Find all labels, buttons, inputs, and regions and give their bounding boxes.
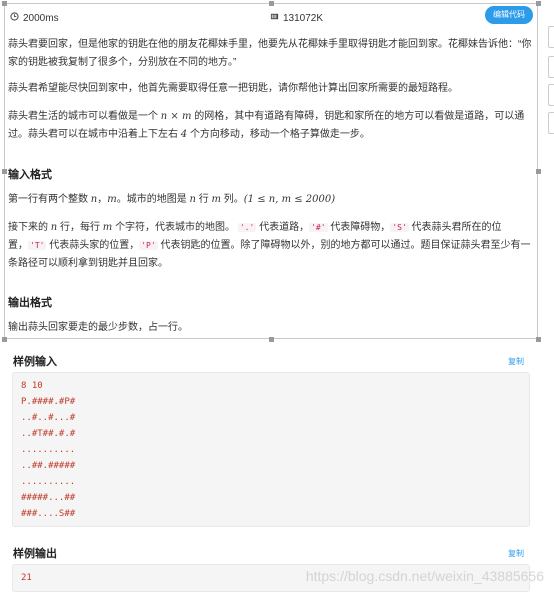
time-limit-value: 2000ms xyxy=(23,12,59,24)
resize-handle-tl[interactable] xyxy=(2,1,7,6)
description-p2: 蒜头君希望能尽快回到家中，他首先需要取得任意一把钥匙，请你帮他计算出回家所需要的… xyxy=(8,83,458,94)
edit-code-button[interactable]: 编辑代码 xyxy=(485,6,533,24)
resize-handle-br[interactable] xyxy=(536,337,541,342)
resize-handle-bl[interactable] xyxy=(2,337,7,342)
input-format-heading: 输入格式 xyxy=(8,169,52,181)
description-p1: 蒜头君要回家，但是他家的钥匙在他的朋友花椰妹手里，他要先从花椰妹手里取得钥匙才能… xyxy=(8,39,532,68)
side-tool-1[interactable] xyxy=(548,26,554,48)
side-tool-2[interactable] xyxy=(548,56,554,78)
time-limit: 2000ms xyxy=(10,12,59,24)
sample-input-title: 样例输入 xyxy=(13,356,57,368)
resize-handle-ml[interactable] xyxy=(2,169,7,174)
code-line: ###....S## xyxy=(21,509,76,519)
code-line: .......... xyxy=(21,477,76,487)
limits-row: 2000ms 131072K xyxy=(8,8,540,26)
code-line: ..#..#...# xyxy=(21,413,76,423)
side-tool-4[interactable] xyxy=(548,112,554,134)
csdn-watermark: https://blog.csdn.net/weixin_43885656 xyxy=(305,568,544,584)
code-line: #####...## xyxy=(21,493,76,503)
clock-icon xyxy=(10,12,19,24)
resize-handle-tr[interactable] xyxy=(536,1,541,6)
output-format-heading: 输出格式 xyxy=(8,297,52,309)
description-p3: 蒜头君生活的城市可以看做是一个 n × m 的网格，其中有道路有障碍，钥匙和家所… xyxy=(8,111,525,140)
memory-chip-icon xyxy=(270,12,279,24)
input-format-line2: 接下来的 n 行，每行 m 个字符，代表城市的地图。 '.' 代表道路， '#' … xyxy=(8,222,531,269)
resize-handle-tm[interactable] xyxy=(269,1,274,6)
resize-handle-mr[interactable] xyxy=(536,169,541,174)
sample-input-copy-link[interactable]: 复制 xyxy=(508,356,524,367)
sample-output-title: 样例输出 xyxy=(13,548,57,560)
sample-input-box[interactable]: 8 10 P.####.#P# ..#..#...# ..#T##.#.# ..… xyxy=(12,372,530,527)
side-tool-3[interactable] xyxy=(548,84,554,106)
code-line: P.####.#P# xyxy=(21,397,76,407)
sample-output-copy-link[interactable]: 复制 xyxy=(508,548,524,559)
memory-limit-value: 131072K xyxy=(283,12,324,24)
code-line: ..#T##.#.# xyxy=(21,429,76,439)
code-line: 8 10 xyxy=(21,381,43,391)
output-format-text: 输出蒜头回家要走的最少步数，占一行。 xyxy=(8,322,188,333)
code-line: .......... xyxy=(21,445,76,455)
input-format-line1: 第一行有两个整数 n，m。城市的地图是 n 行 m 列。(1 ≤ n, m ≤ … xyxy=(8,194,336,205)
memory-limit: 131072K xyxy=(270,12,323,24)
resize-handle-bm[interactable] xyxy=(269,337,274,342)
code-line: ..##.##### xyxy=(21,461,76,471)
